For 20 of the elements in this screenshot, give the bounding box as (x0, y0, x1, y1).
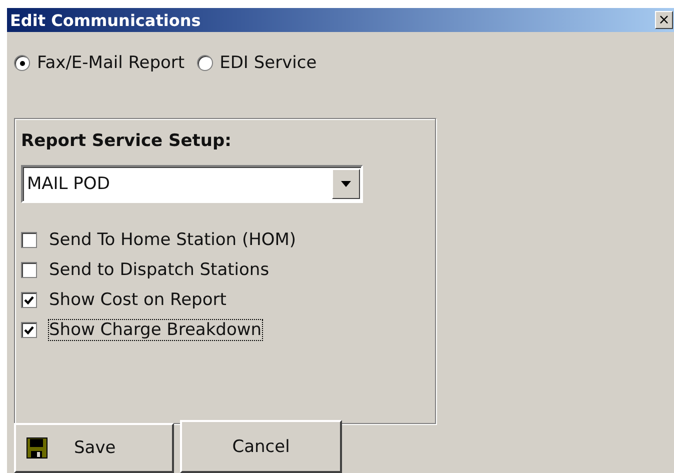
save-button[interactable]: Save (14, 423, 174, 473)
checkbox[interactable] (21, 232, 37, 248)
checkbox-label: Show Cost on Report (49, 290, 226, 310)
radio-button[interactable] (14, 55, 30, 71)
checkmark-icon (24, 326, 34, 334)
checkbox[interactable] (21, 322, 37, 338)
checkbox-label: Show Charge Breakdown (49, 320, 262, 340)
checkbox-label: Send to Dispatch Stations (49, 260, 270, 280)
window-title: Edit Communications (10, 10, 201, 30)
checkbox[interactable] (21, 262, 37, 278)
cancel-button[interactable]: Cancel (180, 420, 342, 473)
service-dropdown[interactable]: MAIL POD (21, 165, 363, 203)
group-label: Report Service Setup: (21, 131, 232, 153)
checkbox[interactable] (21, 292, 37, 308)
radio-label: EDI Service (220, 53, 317, 73)
radio-label: Fax/E-Mail Report (37, 53, 185, 73)
checkmark-icon (24, 296, 34, 304)
radio-button[interactable] (196, 55, 213, 71)
close-button[interactable]: × (655, 11, 673, 29)
checkbox-label: Send To Home Station (HOM) (49, 230, 296, 250)
